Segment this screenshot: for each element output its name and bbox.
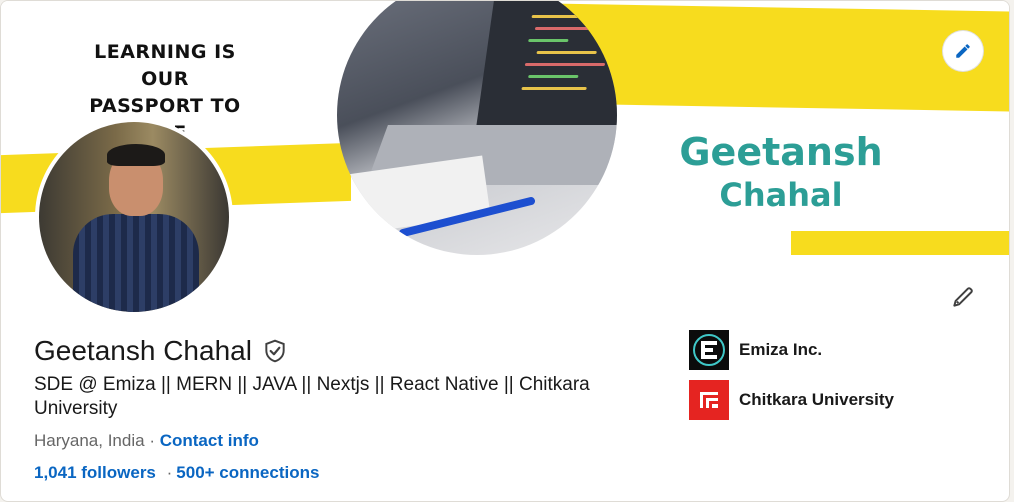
- banner-name-art: Geetansh Chahal: [651, 129, 911, 215]
- connections-link[interactable]: 500+ connections: [176, 463, 319, 482]
- verified-shield-icon[interactable]: [262, 338, 288, 364]
- org-name: Emiza Inc.: [739, 340, 823, 359]
- edit-banner-button[interactable]: [943, 31, 983, 71]
- edit-intro-button[interactable]: [947, 281, 979, 313]
- pencil-icon: [956, 44, 970, 58]
- banner-name-last: Chahal: [719, 176, 843, 214]
- separator-dot: ·: [149, 431, 155, 450]
- banner-stripe: [791, 231, 1009, 255]
- laptop-screen: [476, 1, 617, 125]
- followers-link[interactable]: 1,041 followers: [34, 463, 156, 482]
- banner-tagline-line: LEARNING IS OUR: [94, 41, 236, 90]
- pencil-icon: [953, 287, 973, 307]
- banner-name-first: Geetansh: [679, 130, 883, 174]
- org-name: Chitkara University: [739, 390, 894, 409]
- avatar[interactable]: [35, 118, 233, 316]
- location-row: Haryana, India · Contact info: [34, 431, 259, 451]
- org-item-emiza[interactable]: Emiza Inc.: [689, 330, 894, 370]
- organizations-list: Emiza Inc. Chitkara University: [689, 330, 894, 430]
- profile-location: Haryana, India: [34, 431, 145, 450]
- profile-name-row: Geetansh Chahal: [34, 335, 288, 367]
- profile-name: Geetansh Chahal: [34, 335, 252, 366]
- notebook: [343, 155, 491, 235]
- avatar-photo: [39, 122, 229, 312]
- separator-dot: ·: [166, 463, 173, 482]
- contact-info-link[interactable]: Contact info: [160, 431, 259, 450]
- profile-headline: SDE @ Emiza || MERN || JAVA || Nextjs ||…: [34, 374, 590, 419]
- laptop-photo: [337, 1, 617, 255]
- org-item-chitkara[interactable]: Chitkara University: [689, 380, 894, 420]
- chitkara-logo-icon: [689, 380, 729, 420]
- network-stats: 1,041 followers · 500+ connections: [34, 463, 319, 483]
- emiza-logo-icon: [689, 330, 729, 370]
- profile-card: LEARNING IS OUR PASSPORT TO THE Future! …: [0, 0, 1010, 502]
